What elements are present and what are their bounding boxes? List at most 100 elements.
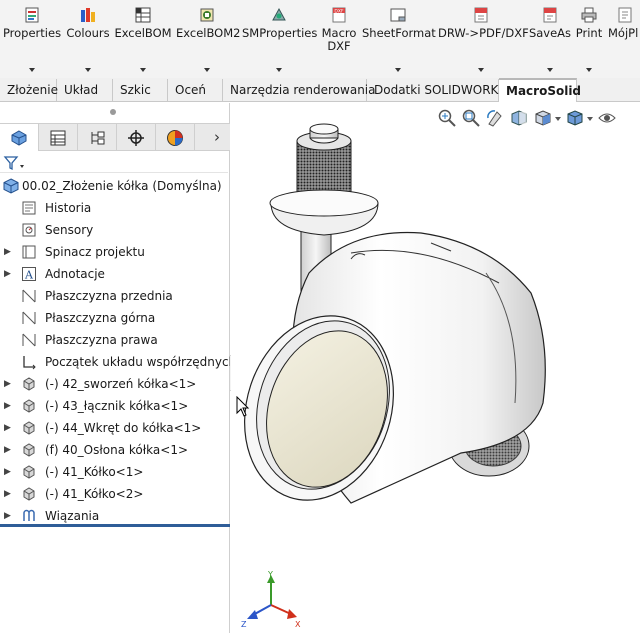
tree-item-plaszczyzna-gorna[interactable]: Płaszczyzna górna (0, 307, 230, 329)
chevron-right-icon[interactable]: › (214, 128, 220, 146)
sensors-icon (22, 223, 36, 237)
command-manager-toolbar: Properties Colours ExcelBOM ExcelBOM2 SM… (0, 0, 640, 78)
panel-grip[interactable] (110, 109, 116, 115)
graphics-area[interactable]: Y X Z (231, 103, 640, 633)
tab-dimxpert[interactable] (117, 124, 156, 151)
chevron-down-icon[interactable] (204, 68, 210, 72)
tree-item-poczatek-ukladu[interactable]: Początek układu współrzędnych (0, 351, 236, 373)
feature-manager-panel: › 00.02_Złożenie kółka (Domyślna) Histor… (0, 103, 236, 633)
part-icon (23, 421, 35, 435)
expand-arrow-icon[interactable]: ▶ (4, 373, 11, 395)
sheetformat-button[interactable]: SheetFormat (362, 2, 436, 76)
svg-text:A: A (24, 269, 34, 282)
expand-arrow-icon[interactable]: ▶ (4, 263, 11, 285)
tree-item-wkret-do-kolka[interactable]: ▶ (-) 44_Wkręt do kółka<1> (0, 417, 230, 439)
tab-narzedzia-renderowania[interactable]: Narzędzia renderowania (223, 79, 376, 101)
plane-icon (22, 311, 36, 325)
plane-icon (22, 333, 36, 347)
chevron-down-icon[interactable] (276, 68, 282, 72)
axis-x-label: X (295, 620, 301, 629)
part-icon (23, 487, 35, 501)
display-manager-icon (167, 130, 183, 146)
panel-bottom-divider (0, 524, 230, 527)
chevron-down-icon[interactable] (140, 68, 146, 72)
part-icon (23, 443, 35, 457)
chevron-down-icon[interactable] (395, 68, 401, 72)
tree-item-sensory[interactable]: Sensory (0, 219, 230, 241)
chevron-down-icon[interactable] (547, 68, 553, 72)
excelbom2-icon (200, 8, 214, 22)
expand-arrow-icon[interactable]: ▶ (4, 417, 11, 439)
colours-icon (81, 8, 95, 22)
filter-icon (3, 156, 24, 171)
macro-dxf-button[interactable]: DXF Macro DXF (318, 2, 360, 76)
tree-root-assembly[interactable]: 00.02_Złożenie kółka (Domyślna) (0, 175, 230, 197)
property-manager-icon (50, 130, 66, 146)
tab-dodatki-solidworks[interactable]: Dodatki SOLIDWORKS (367, 79, 506, 101)
svg-text:DXF: DXF (334, 9, 344, 15)
tree-item-sworzen-kolka[interactable]: ▶ (-) 42_sworzeń kółka<1> (0, 373, 230, 395)
washer (269, 189, 379, 236)
tree-item-spinacz-projektu[interactable]: ▶ Spinacz projektu (0, 241, 230, 263)
chevron-down-icon[interactable] (29, 68, 35, 72)
tab-display-manager[interactable] (156, 124, 195, 151)
expand-arrow-icon[interactable]: ▶ (4, 483, 11, 505)
tree-item-kolko-1[interactable]: ▶ (-) 41_Kółko<1> (0, 461, 230, 483)
axis-z-label: Z (241, 620, 247, 629)
tree-item-plaszczyzna-prawa[interactable]: Płaszczyzna prawa (0, 329, 230, 351)
panel-tabs: › (0, 123, 230, 151)
smproperties-icon (272, 7, 286, 21)
tab-feature-manager[interactable] (0, 124, 39, 151)
colours-button[interactable]: Colours (64, 2, 112, 76)
annotations-icon: A (22, 267, 36, 282)
properties-icon (25, 7, 39, 23)
saveas-button[interactable]: SaveAs (528, 2, 572, 76)
tree-item-kolko-2[interactable]: ▶ (-) 41_Kółko<2> (0, 483, 230, 505)
mojpl-button[interactable]: MójPl (608, 2, 640, 76)
expand-arrow-icon[interactable]: ▶ (4, 439, 11, 461)
tree-item-oslona-kolka[interactable]: ▶ (f) 40_Osłona kółka<1> (0, 439, 230, 461)
coordinate-triad[interactable]: Y X Z (241, 571, 305, 629)
tree-item-plaszczyzna-przednia[interactable]: Płaszczyzna przednia (0, 285, 230, 307)
tab-property-manager[interactable] (39, 124, 78, 151)
tab-ocen[interactable]: Oceń (168, 79, 223, 101)
print-button[interactable]: Print (574, 2, 604, 76)
design-binder-icon (22, 245, 36, 259)
dimxpert-icon (128, 130, 144, 146)
tab-macrosolid[interactable]: MacroSolid (499, 78, 581, 102)
tab-configuration-manager[interactable] (78, 124, 117, 151)
expand-arrow-icon[interactable]: ▶ (4, 241, 11, 263)
smproperties-button[interactable]: SMProperties (242, 2, 317, 76)
tree-filter[interactable] (0, 153, 228, 173)
tab-zlozenie[interactable]: Złożenie (0, 79, 58, 101)
print-icon (581, 7, 597, 23)
chevron-down-icon[interactable] (478, 68, 484, 72)
chevron-down-icon[interactable] (586, 68, 592, 72)
configuration-manager-icon (91, 131, 105, 145)
macro-dxf-icon: DXF (332, 7, 346, 23)
tab-uklad[interactable]: Układ (57, 79, 113, 101)
tab-szkic[interactable]: Szkic (113, 79, 168, 101)
expand-arrow-icon[interactable]: ▶ (4, 461, 11, 483)
chevron-down-icon[interactable] (85, 68, 91, 72)
part-icon (23, 465, 35, 479)
excelbom-icon (135, 7, 151, 23)
history-icon (22, 201, 36, 215)
excelbom-button[interactable]: ExcelBOM (114, 2, 172, 76)
part-icon (23, 377, 35, 391)
expand-arrow-icon[interactable]: ▶ (4, 395, 11, 417)
assembly-icon (3, 178, 19, 194)
drw-pdf-dxf-button[interactable]: DRW->PDF/DXF (438, 2, 529, 76)
plane-icon (22, 289, 36, 303)
tree-item-adnotacje[interactable]: ▶ A Adnotacje (0, 263, 230, 285)
properties-button[interactable]: Properties (2, 2, 62, 76)
part-icon (23, 399, 35, 413)
tree-item-historia[interactable]: Historia (0, 197, 230, 219)
feature-manager-icon (11, 130, 27, 146)
caster-wheel-model[interactable] (231, 103, 640, 633)
excelbom2-button[interactable]: ExcelBOM2 (176, 2, 240, 76)
command-manager-tabs: Złożenie Układ Szkic Oceń Narzędzia rend… (0, 78, 640, 102)
mates-icon (23, 509, 35, 521)
tree-item-lacznik-kolka[interactable]: ▶ (-) 43_łącznik kółka<1> (0, 395, 230, 417)
mouse-cursor-icon (236, 396, 250, 417)
